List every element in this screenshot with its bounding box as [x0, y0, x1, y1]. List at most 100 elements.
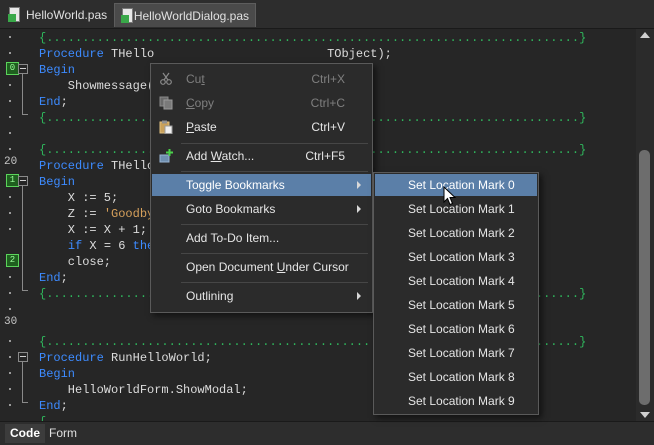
gutter-dot [9, 100, 11, 102]
tab-helloworld-pas[interactable]: HelloWorld.pas [2, 3, 114, 27]
code-line[interactable]: HelloWorldForm.ShowModal; [39, 382, 248, 398]
code-line[interactable]: Begin [39, 366, 75, 382]
code-token: X := 5; [39, 191, 119, 205]
menu-item-label: Add Watch... [186, 149, 255, 163]
fold-line [22, 186, 23, 290]
menu-shortcut: Ctrl+F5 [305, 149, 345, 163]
code-line[interactable]: Showmessage( [39, 78, 154, 94]
code-line[interactable]: Procedure RunHelloWorld; [39, 350, 212, 366]
menu-item-copy[interactable]: Copy Ctrl+C [152, 92, 371, 114]
code-token: Procedure [39, 351, 104, 365]
tab-form[interactable]: Form [44, 424, 82, 443]
fold-collapse-icon[interactable] [18, 64, 28, 74]
code-line[interactable]: End; [39, 398, 68, 414]
menu-item-label: Cut [186, 72, 205, 86]
mouse-pointer-icon [443, 186, 457, 206]
gutter-dot [9, 196, 11, 198]
paste-icon [159, 120, 173, 134]
menu-item-set-location-mark-6[interactable]: Set Location Mark 6 [375, 318, 537, 340]
line-number: 30 [4, 316, 18, 328]
vertical-scrollbar[interactable] [636, 29, 654, 421]
menu-item-set-location-mark-2[interactable]: Set Location Mark 2 [375, 222, 537, 244]
code-token: TObject); [327, 47, 392, 61]
code-token: 'Goodby [103, 207, 155, 221]
fold-end [22, 114, 28, 115]
menu-shortcut: Ctrl+X [311, 72, 345, 86]
menu-separator [181, 171, 368, 172]
code-line[interactable]: X := 5; [39, 190, 118, 206]
gutter-dot [9, 84, 11, 86]
menu-item-cut[interactable]: Cut Ctrl+X [152, 68, 371, 90]
code-line[interactable]: End; [39, 270, 68, 286]
gutter-dot [9, 212, 11, 214]
copy-icon [159, 96, 173, 110]
code-token: ; [60, 399, 68, 413]
code-line[interactable]: X := X + 1; [39, 222, 147, 238]
code-line[interactable]: Begin [39, 62, 75, 78]
menu-item-add-watch[interactable]: Add Watch... Ctrl+F5 [152, 145, 371, 167]
tab-label: HelloWorld.pas [26, 8, 108, 22]
code-line[interactable]: close; [39, 254, 111, 270]
fold-collapse-icon[interactable] [18, 176, 28, 186]
code-token: End [39, 95, 61, 109]
code-line[interactable]: if X = 6 the [39, 238, 154, 254]
code-token: THello [103, 47, 155, 61]
code-token: Begin [39, 63, 76, 77]
menu-item-label: Set Location Mark 8 [408, 370, 515, 384]
code-token: End [39, 399, 61, 413]
menu-item-set-location-mark-7[interactable]: Set Location Mark 7 [375, 342, 537, 364]
view-tab-bar: Code Form [0, 421, 654, 445]
code-token: if [67, 239, 83, 253]
code-token: ; [60, 271, 68, 285]
menu-separator [181, 224, 368, 225]
menu-item-paste[interactable]: Paste Ctrl+V [152, 116, 371, 138]
code-line[interactable]: {.......................................… [39, 30, 586, 46]
fold-line [22, 74, 23, 114]
menu-item-toggle-bookmarks[interactable]: Toggle Bookmarks [152, 174, 371, 196]
menu-item-label: Toggle Bookmarks [186, 178, 285, 192]
scroll-down-arrow-icon[interactable] [640, 412, 650, 418]
code-line[interactable]: Z := 'Goodby [39, 206, 154, 222]
code-token: X = 6 [82, 239, 133, 253]
code-line[interactable]: Begin [39, 174, 75, 190]
menu-item-add-todo[interactable]: Add To-Do Item... [152, 227, 371, 249]
menu-item-label: Set Location Mark 2 [408, 226, 515, 240]
code-token: THello [103, 159, 155, 173]
menu-item-outlining[interactable]: Outlining [152, 285, 371, 307]
code-token: HelloWorldForm.ShowModal; [39, 383, 248, 397]
menu-shortcut: Ctrl+V [311, 120, 345, 134]
menu-item-label: Copy [186, 96, 215, 110]
menu-item-set-location-mark-3[interactable]: Set Location Mark 3 [375, 246, 537, 268]
scrollbar-thumb[interactable] [639, 150, 650, 405]
pascal-file-icon [121, 7, 133, 24]
menu-item-set-location-mark-5[interactable]: Set Location Mark 5 [375, 294, 537, 316]
submenu-arrow-icon [357, 292, 361, 300]
menu-item-set-location-mark-9[interactable]: Set Location Mark 9 [375, 390, 537, 412]
gutter-dot [9, 148, 11, 150]
scroll-up-arrow-icon[interactable] [640, 32, 650, 38]
bookmark-2-icon[interactable]: 2 [6, 254, 19, 267]
tab-code[interactable]: Code [5, 424, 45, 443]
menu-item-set-location-mark-8[interactable]: Set Location Mark 8 [375, 366, 537, 388]
submenu-arrow-icon [357, 205, 361, 213]
editor-gutter[interactable]: 20 30 0 1 2 [0, 29, 36, 421]
gutter-dot [9, 292, 11, 294]
menu-item-set-location-mark-4[interactable]: Set Location Mark 4 [375, 270, 537, 292]
code-line[interactable]: { [39, 414, 46, 421]
tab-helloworlddialog-pas[interactable]: HelloWorldDialog.pas [114, 3, 256, 27]
menu-shortcut: Ctrl+C [310, 96, 345, 110]
gutter-dot [9, 308, 11, 310]
code-line[interactable]: Procedure THello [39, 158, 154, 174]
submenu-arrow-icon [357, 181, 361, 189]
fold-line [22, 362, 23, 402]
menu-item-goto-bookmarks[interactable]: Goto Bookmarks [152, 198, 371, 220]
menu-item-label: Open Document Under Cursor [186, 260, 349, 274]
gutter-dot [9, 228, 11, 230]
code-token: close; [39, 255, 112, 269]
fold-collapse-icon[interactable] [18, 352, 28, 362]
menu-item-open-document-under-cursor[interactable]: Open Document Under Cursor [152, 256, 371, 278]
code-line[interactable]: Procedure THello TObject); [39, 46, 392, 62]
menu-item-label: Outlining [186, 289, 234, 303]
code-line[interactable]: End; [39, 94, 68, 110]
